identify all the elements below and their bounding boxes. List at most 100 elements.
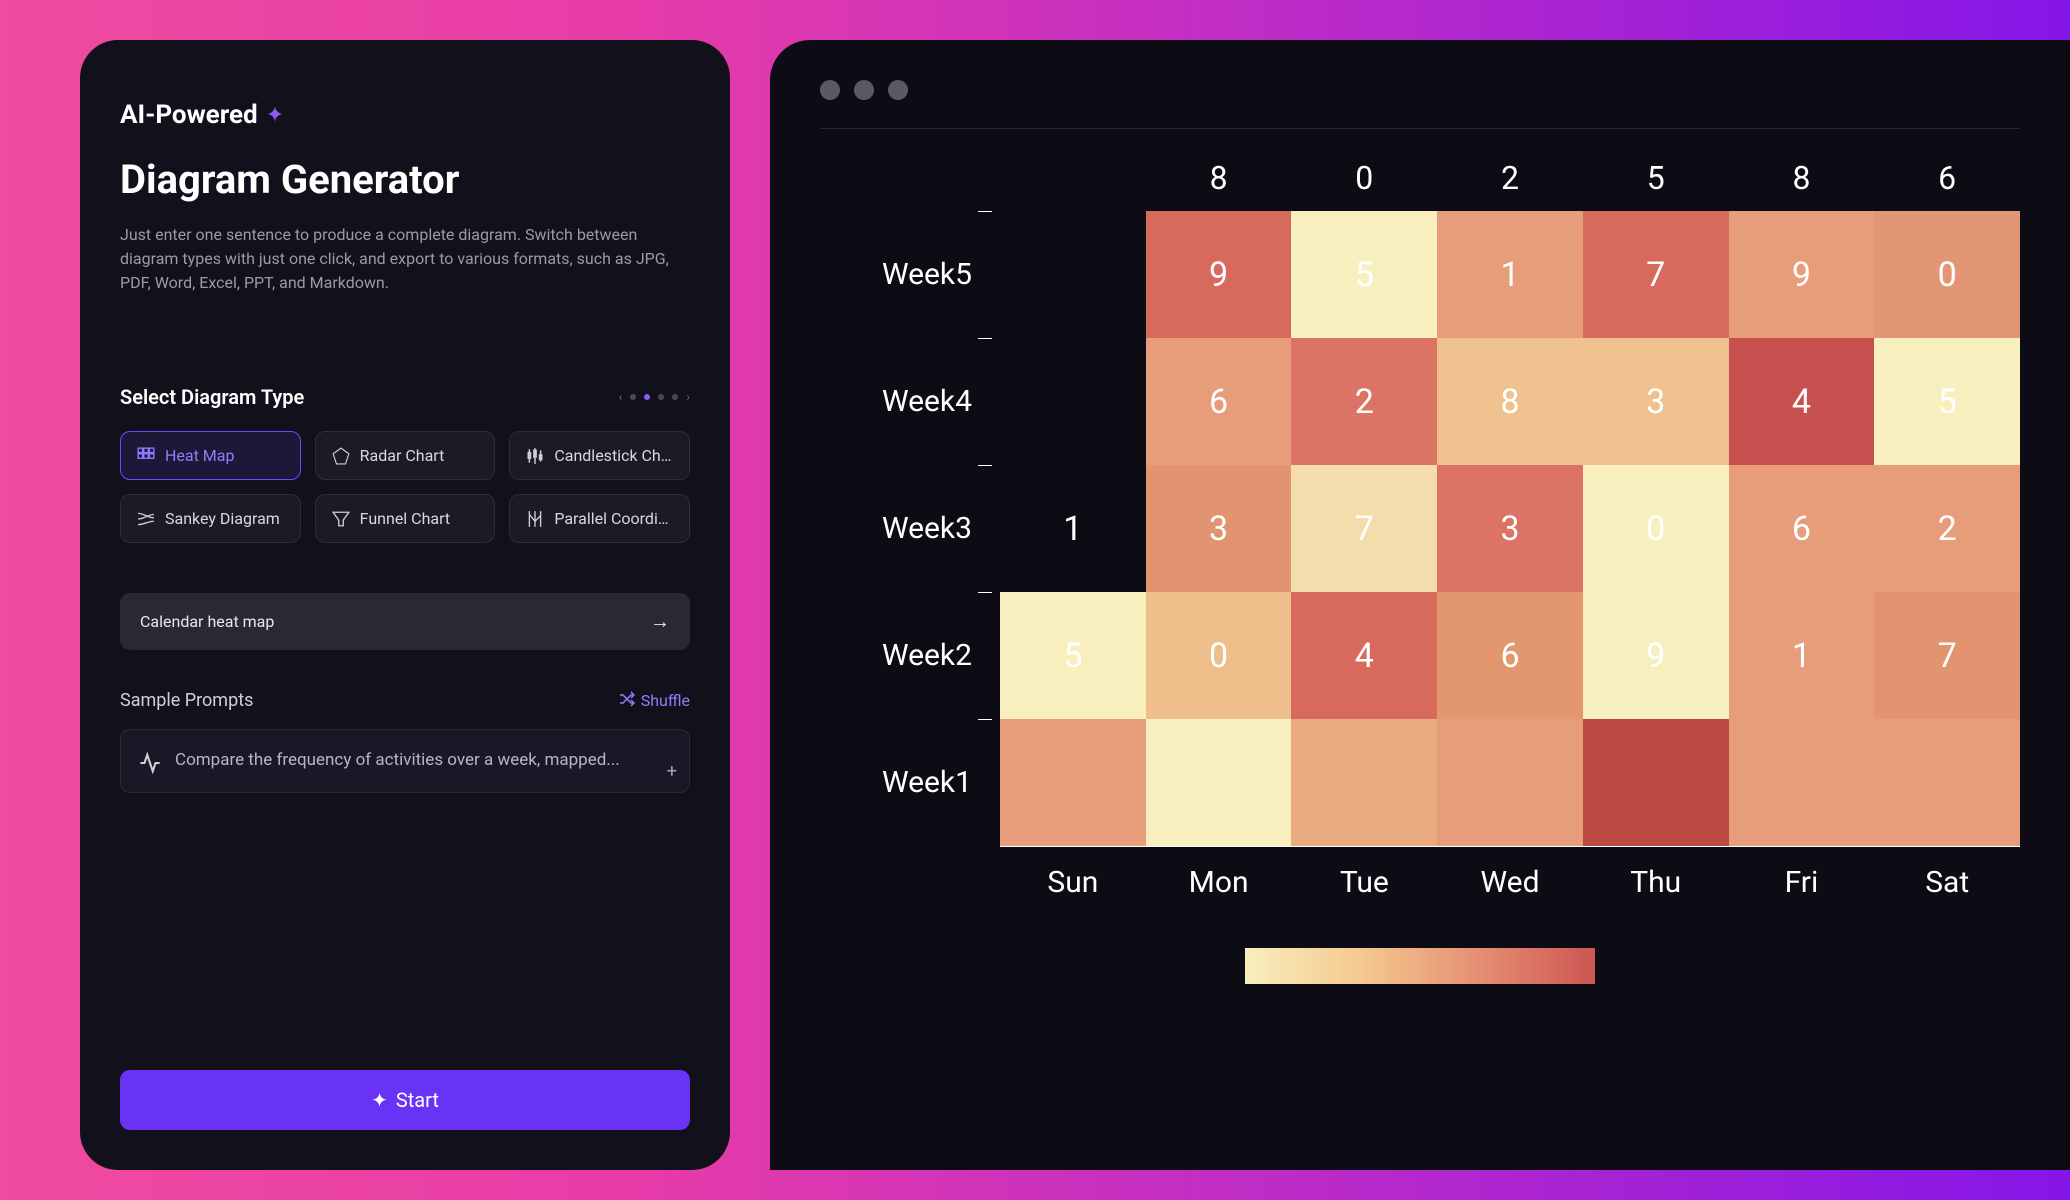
- diagram-type-header: Select Diagram Type ‹ ›: [120, 385, 690, 409]
- heatmap-cell: 6: [1729, 465, 1875, 592]
- heatmap-chart: 802586 Week5Week4Week3Week2Week1 9517906…: [820, 159, 2020, 984]
- diagram-type-pager: ‹ ›: [619, 390, 690, 404]
- x-axis-label: Sun: [1000, 865, 1146, 900]
- sample-prompt-card[interactable]: Compare the frequency of activities over…: [120, 729, 690, 793]
- top-axis-value: 0: [1291, 159, 1437, 197]
- prompt-value: Calendar heat map: [140, 612, 274, 631]
- heatmap-cell: [1000, 211, 1146, 338]
- brand-label: AI-Powered: [120, 100, 258, 130]
- heatmap-row: 628345: [1000, 338, 2020, 465]
- type-label: Heat Map: [165, 446, 234, 465]
- sankey-icon: [137, 510, 155, 528]
- y-axis-label: Week2: [820, 592, 1000, 719]
- heatmap-cell: 8: [1437, 338, 1583, 465]
- x-axis: SunMonTueWedThuFriSat: [820, 865, 2020, 900]
- divider: [820, 128, 2020, 129]
- window-dot[interactable]: [888, 80, 908, 100]
- type-label: Funnel Chart: [360, 509, 450, 528]
- heatmap-cell: [1729, 719, 1875, 846]
- heatmap-cell: 5: [1000, 592, 1146, 719]
- window-dot[interactable]: [820, 80, 840, 100]
- type-label: Candlestick Chart: [554, 446, 673, 465]
- pager-dot[interactable]: [630, 394, 636, 400]
- prompt-input[interactable]: Calendar heat map →: [120, 593, 690, 650]
- type-label: Sankey Diagram: [165, 509, 280, 528]
- activity-icon: [139, 752, 161, 774]
- heatmap-cell: 0: [1874, 211, 2020, 338]
- shuffle-button[interactable]: Shuffle: [619, 691, 690, 711]
- type-parallel[interactable]: Parallel Coordin...: [509, 494, 690, 543]
- heatmap-cell: 4: [1729, 338, 1875, 465]
- heatmap-cell: 6: [1146, 338, 1292, 465]
- heatmap-cell: [1874, 719, 2020, 846]
- heatmap-cell: [1146, 719, 1292, 846]
- heatmap-cell: [1583, 719, 1729, 846]
- type-sankey[interactable]: Sankey Diagram: [120, 494, 301, 543]
- heatmap-grid: 95179062834513730625046917: [1000, 211, 2020, 846]
- heatmap-cell: [1000, 719, 1146, 846]
- heatmap-cell: 7: [1583, 211, 1729, 338]
- type-label: Radar Chart: [360, 446, 445, 465]
- candlestick-icon: [526, 447, 544, 465]
- heatmap-cell: [1437, 719, 1583, 846]
- plus-icon[interactable]: +: [667, 761, 677, 782]
- heatmap-cell: 1: [1437, 211, 1583, 338]
- diagram-type-grid: Heat Map Radar Chart Candlestick Chart S…: [120, 431, 690, 543]
- shuffle-icon: [619, 691, 635, 711]
- sample-header: Sample Prompts Shuffle: [120, 690, 690, 711]
- chevron-right-icon[interactable]: ›: [686, 390, 690, 404]
- parallel-icon: [526, 510, 544, 528]
- type-candlestick[interactable]: Candlestick Chart: [509, 431, 690, 480]
- preview-panel: 802586 Week5Week4Week3Week2Week1 9517906…: [770, 40, 2070, 1170]
- top-axis-value: 6: [1874, 159, 2020, 197]
- generator-panel: AI-Powered ✦ Diagram Generator Just ente…: [80, 40, 730, 1170]
- start-button[interactable]: ✦ Start: [120, 1070, 690, 1130]
- y-axis-label: Week1: [820, 719, 1000, 846]
- start-label: Start: [396, 1088, 439, 1112]
- type-heatmap[interactable]: Heat Map: [120, 431, 301, 480]
- brand-row: AI-Powered ✦: [120, 100, 690, 130]
- heatmap-cell: 3: [1583, 338, 1729, 465]
- heatmap-cell: 7: [1874, 592, 2020, 719]
- x-axis-line: [1000, 846, 2020, 847]
- heatmap-cell: 1: [1729, 592, 1875, 719]
- heatmap-cell: [1291, 719, 1437, 846]
- heatmap-row: 5046917: [1000, 592, 2020, 719]
- x-axis-label: Fri: [1729, 865, 1875, 900]
- sample-label: Sample Prompts: [120, 690, 253, 711]
- pager-dot[interactable]: [644, 394, 650, 400]
- heatmap-cell: 9: [1729, 211, 1875, 338]
- heatmap-cell: [1000, 338, 1146, 465]
- radar-icon: [332, 447, 350, 465]
- heatmap-row: [1000, 719, 2020, 846]
- window-dot[interactable]: [854, 80, 874, 100]
- type-radar[interactable]: Radar Chart: [315, 431, 496, 480]
- pager-dot[interactable]: [672, 394, 678, 400]
- arrow-right-icon[interactable]: →: [650, 609, 670, 634]
- heatmap-cell: 3: [1437, 465, 1583, 592]
- x-axis-label: Thu: [1583, 865, 1729, 900]
- shuffle-label: Shuffle: [641, 691, 690, 710]
- heatmap-cell: 0: [1583, 465, 1729, 592]
- heatmap-cell: 3: [1146, 465, 1292, 592]
- heatmap-cell: 6: [1437, 592, 1583, 719]
- color-legend: [1245, 948, 1595, 984]
- top-axis-value: 2: [1437, 159, 1583, 197]
- heatmap-cell: 2: [1874, 465, 2020, 592]
- sparkle-icon: ✦: [266, 103, 284, 128]
- chevron-left-icon[interactable]: ‹: [619, 390, 623, 404]
- x-axis-label: Sat: [1874, 865, 2020, 900]
- type-funnel[interactable]: Funnel Chart: [315, 494, 496, 543]
- heatmap-cell: 2: [1291, 338, 1437, 465]
- sample-text: Compare the frequency of activities over…: [175, 748, 620, 774]
- heatmap-cell: 4: [1291, 592, 1437, 719]
- sparkle-icon: ✦: [371, 1088, 388, 1112]
- y-axis-label: Week3: [820, 465, 1000, 592]
- pager-dot[interactable]: [658, 394, 664, 400]
- x-axis-label: Mon: [1146, 865, 1292, 900]
- heatmap-cell: 5: [1291, 211, 1437, 338]
- heatmap-row: 1373062: [1000, 465, 2020, 592]
- window-controls: [820, 80, 2020, 100]
- page-description: Just enter one sentence to produce a com…: [120, 223, 690, 295]
- y-axis: Week5Week4Week3Week2Week1: [820, 211, 1000, 846]
